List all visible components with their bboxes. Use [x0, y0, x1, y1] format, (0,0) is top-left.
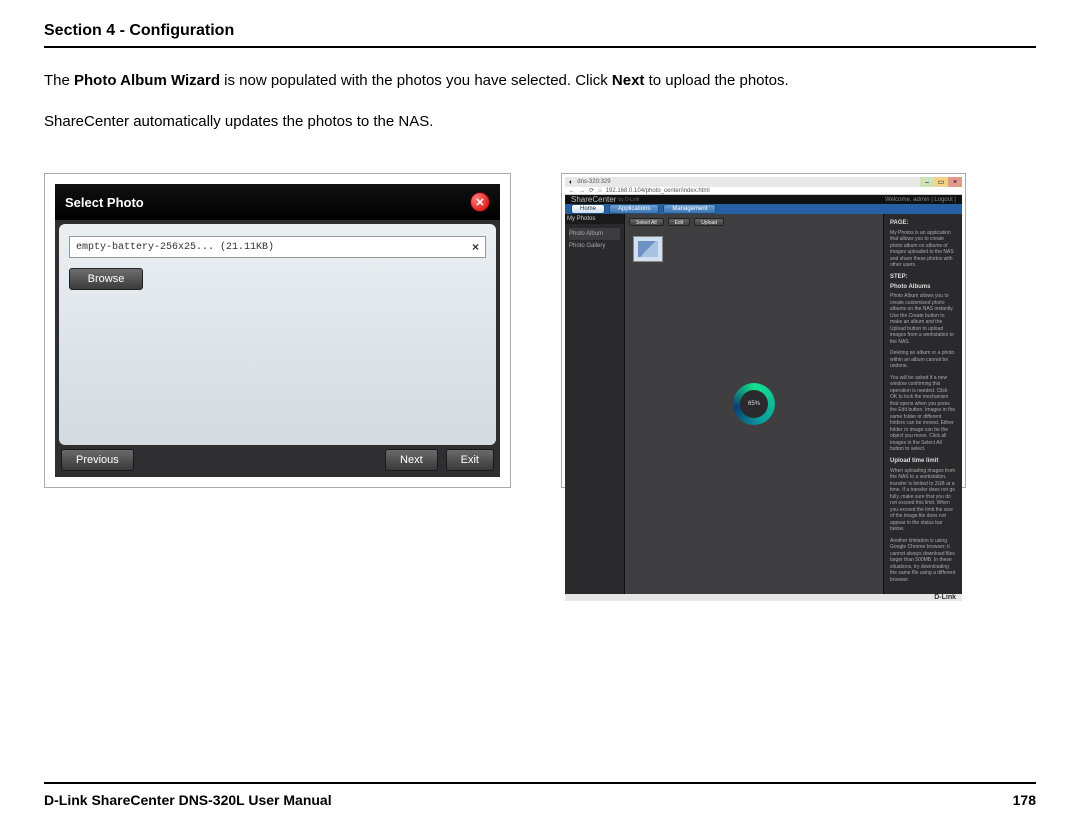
help-heading: PAGE:: [890, 220, 956, 228]
window-controls: – ▭ ×: [920, 177, 962, 187]
reload-icon[interactable]: ⟳: [589, 187, 594, 194]
content-area: Select All Edit Upload 65%: [625, 214, 884, 594]
nav-management[interactable]: Management: [663, 204, 716, 214]
help-heading: Upload time limit: [890, 458, 956, 466]
close-icon: ✕: [475, 196, 484, 209]
brand-name: ShareCenter: [571, 195, 616, 204]
home-icon[interactable]: ⌂: [598, 188, 602, 194]
welcome-text: Welcome, admin | Logout |: [885, 197, 956, 203]
next-button[interactable]: Next: [385, 449, 438, 471]
progress-percent: 65%: [740, 390, 768, 418]
sidebar: My Photos Photo Album Photo Gallery: [565, 214, 625, 594]
tool-edit[interactable]: Edit: [668, 218, 691, 226]
file-name: empty-battery-256x25... (21.11KB): [76, 242, 274, 253]
minimize-button[interactable]: –: [920, 177, 934, 187]
progress-spinner: 65%: [733, 383, 775, 425]
back-icon[interactable]: ←: [569, 188, 575, 194]
sharecenter-main: My Photos Photo Album Photo Gallery Sele…: [565, 214, 962, 594]
sidebar-item-photo-gallery[interactable]: Photo Gallery: [569, 240, 620, 252]
page-footer: D-Link ShareCenter DNS-320L User Manual …: [44, 782, 1036, 808]
help-text: You will be asked if a new window confir…: [890, 375, 956, 453]
previous-button[interactable]: Previous: [61, 449, 134, 471]
address-bar: ← → ⟳ ⌂ 192.168.0.104/photo_center/index…: [565, 187, 962, 195]
content-toolbar: Select All Edit Upload: [625, 214, 883, 230]
footer-manual-title: D-Link ShareCenter DNS-320L User Manual: [44, 792, 332, 808]
exit-button[interactable]: Exit: [446, 449, 494, 471]
figure-sharecenter: ◐ dns-320:329 – ▭ × ← → ⟳ ⌂ 192.168.0.10…: [561, 173, 966, 488]
nav-applications[interactable]: Applications: [609, 204, 659, 214]
help-text: Another limitation is using Google Chrom…: [890, 538, 956, 584]
help-text: Photo Album allows you to create customi…: [890, 293, 956, 345]
sharecenter-navbar: Home Applications Management: [565, 204, 962, 214]
help-text: My Photos is an application that allows …: [890, 230, 956, 269]
bold-next: Next: [612, 72, 645, 89]
sidebar-item-photo-album[interactable]: Photo Album: [569, 228, 620, 240]
brand-sub: by D-Link: [618, 197, 639, 203]
nav-home[interactable]: Home: [571, 204, 605, 214]
browser-footer: D-Link: [565, 594, 962, 601]
sharecenter-header: ShareCenter by D-Link Welcome, admin | L…: [565, 195, 962, 204]
browser-tab[interactable]: dns-320:329: [577, 179, 610, 185]
tool-select-all[interactable]: Select All: [629, 218, 664, 226]
footer-brand: D-Link: [934, 594, 956, 601]
help-text: When uploading images from the NAS to a …: [890, 468, 956, 533]
sidebar-title: My Photos: [565, 214, 624, 224]
dialog-body: empty-battery-256x25... (21.11KB) × Brow…: [59, 224, 496, 445]
browser-window: ◐ dns-320:329 – ▭ × ← → ⟳ ⌂ 192.168.0.10…: [565, 177, 962, 483]
browser-tab-strip: ◐ dns-320:329 – ▭ ×: [565, 177, 962, 187]
intro-paragraph-2: ShareCenter automatically updates the ph…: [44, 111, 1036, 134]
file-remove-button[interactable]: ×: [472, 240, 479, 254]
photo-thumbnail[interactable]: [633, 236, 663, 262]
help-heading: Photo Albums: [890, 284, 956, 292]
figures-row: Select Photo ✕ empty-battery-256x25... (…: [44, 173, 1036, 488]
help-panel: PAGE: My Photos is an application that a…: [884, 214, 962, 594]
browse-button[interactable]: Browse: [69, 268, 143, 290]
window-close-button[interactable]: ×: [948, 177, 962, 187]
help-text: Deleting an album or a photo within an a…: [890, 350, 956, 370]
dialog-titlebar: Select Photo ✕: [55, 184, 500, 220]
bold-wizard: Photo Album Wizard: [74, 72, 220, 89]
text: The: [44, 72, 74, 89]
url-text[interactable]: 192.168.0.104/photo_center/index.html: [606, 188, 710, 194]
select-photo-dialog: Select Photo ✕ empty-battery-256x25... (…: [55, 184, 500, 477]
close-button[interactable]: ✕: [470, 192, 490, 212]
tool-upload[interactable]: Upload: [694, 218, 724, 226]
maximize-button[interactable]: ▭: [934, 177, 948, 187]
figure-select-photo: Select Photo ✕ empty-battery-256x25... (…: [44, 173, 511, 488]
text: to upload the photos.: [644, 72, 788, 89]
text: is now populated with the photos you hav…: [220, 72, 612, 89]
section-header: Section 4 - Configuration: [44, 22, 1036, 48]
dialog-footer: Previous Next Exit: [55, 449, 500, 477]
selected-file-row: empty-battery-256x25... (21.11KB) ×: [69, 236, 486, 258]
globe-icon: ◐: [569, 179, 573, 186]
footer-page-number: 178: [1013, 792, 1036, 808]
help-heading: STEP:: [890, 274, 956, 282]
intro-paragraph-1: The Photo Album Wizard is now populated …: [44, 70, 1036, 93]
dialog-title: Select Photo: [65, 195, 144, 210]
forward-icon[interactable]: →: [579, 188, 585, 194]
